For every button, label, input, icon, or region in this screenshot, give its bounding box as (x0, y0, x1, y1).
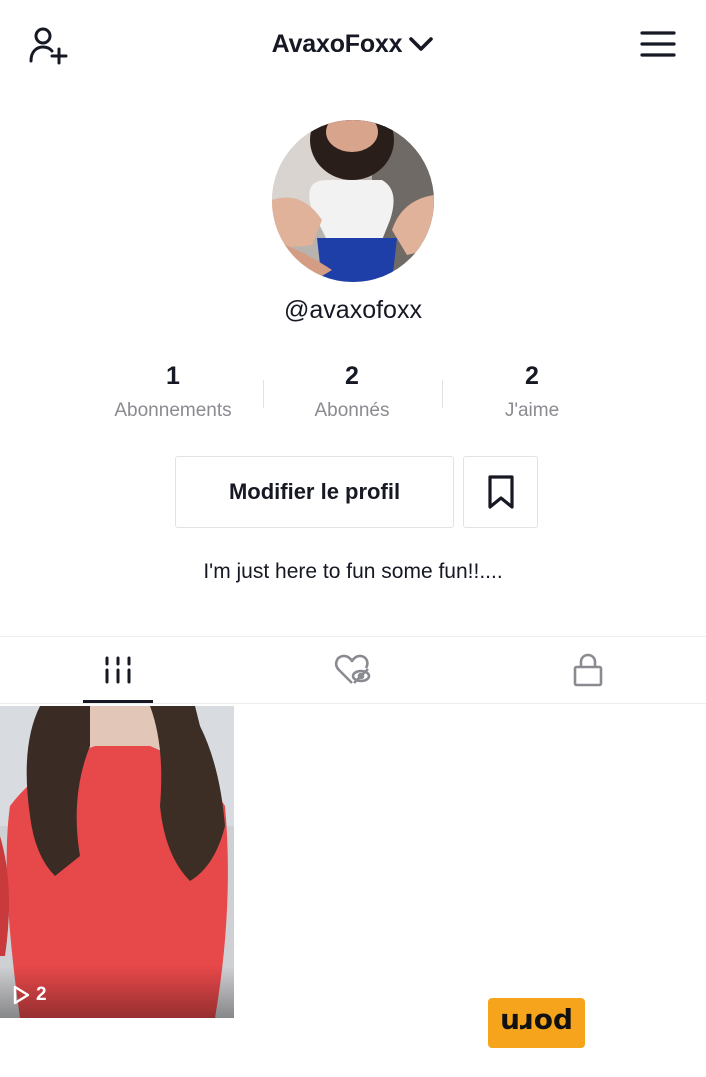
play-outline-icon (13, 985, 30, 1005)
profile-bio: I'm just here to fun some fun!!.... (203, 560, 503, 583)
account-switcher[interactable]: AvaxoFoxx (0, 24, 706, 64)
video-cover-image (0, 706, 234, 1018)
stat-followers[interactable]: 2 Abonnés (262, 358, 442, 422)
tab-liked[interactable] (235, 637, 470, 703)
followers-count: 2 (345, 362, 359, 390)
likes-label: J'aime (504, 400, 560, 421)
likes-count: 2 (525, 362, 539, 390)
play-count: 2 (12, 984, 47, 1006)
avatar[interactable] (272, 120, 434, 282)
chevron-down-icon (409, 37, 434, 51)
followers-label: Abonnés (314, 400, 390, 421)
active-tab-indicator (83, 700, 153, 703)
video-thumbnail[interactable]: 2 (0, 706, 234, 1018)
play-count-value: 2 (36, 984, 47, 1005)
following-label: Abonnements (114, 400, 232, 421)
liked-hidden-icon (334, 654, 370, 684)
following-count: 1 (166, 362, 180, 390)
bookmarks-button[interactable] (463, 456, 538, 528)
stat-likes[interactable]: 2 J'aime (442, 358, 622, 422)
videos-grid-icon (105, 656, 130, 684)
stat-following[interactable]: 1 Abonnements (83, 358, 263, 422)
bookmark-icon (487, 475, 514, 509)
tab-videos[interactable] (0, 637, 235, 703)
username-title: AvaxoFoxx (271, 29, 403, 58)
tab-private[interactable] (470, 637, 705, 703)
edit-profile-button[interactable]: Modifier le profil (175, 456, 454, 528)
menu-button[interactable] (634, 20, 682, 68)
lock-icon (573, 653, 602, 687)
hamburger-menu-icon (640, 31, 676, 57)
watermark-logo: porn (488, 998, 585, 1048)
watermark-text: porn (499, 1006, 574, 1040)
profile-tabs (0, 636, 706, 704)
profile-handle: @avaxofoxx (284, 296, 422, 324)
